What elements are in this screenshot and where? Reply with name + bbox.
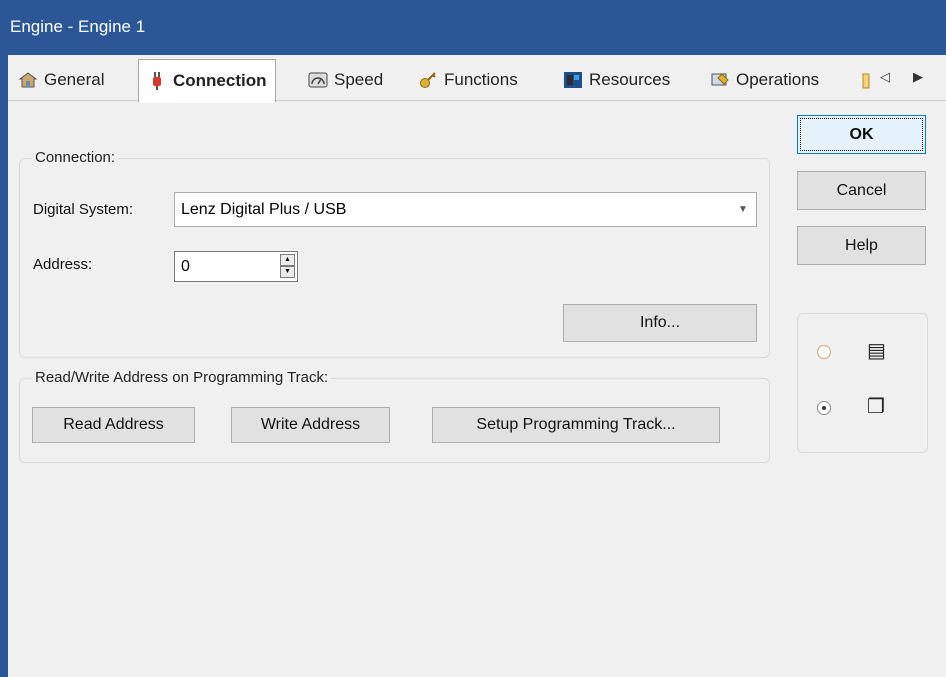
tab-overflow-icon [862,73,870,89]
tab-resources-label: Resources [589,70,671,89]
tab-speed[interactable]: Speed [308,62,383,98]
tab-speed-label: Speed [334,70,384,89]
digital-system-label: Digital System: [33,201,134,218]
speedometer-icon [308,72,328,88]
tile-view-icon: ❐ [867,396,885,418]
tab-connection-label: Connection [173,71,267,90]
view-options-group [797,313,928,453]
digital-system-value: Lenz Digital Plus / USB [181,200,347,218]
functions-key-icon [420,72,436,88]
tab-scroll-right-icon[interactable]: ▶ [913,69,923,85]
operations-icon [711,73,729,86]
window-title: Engine - Engine 1 [10,17,146,36]
info-button[interactable]: Info... [563,304,757,342]
tab-general-label: General [44,70,105,89]
resources-icon [564,72,582,88]
help-button[interactable]: Help [797,226,926,265]
tab-strip: General Connection Speed Functions Resou… [8,55,946,105]
digital-system-select[interactable]: Lenz Digital Plus / USB ▼ [174,192,757,227]
spin-down-icon[interactable]: ▼ [280,266,295,278]
tab-connection[interactable]: Connection [138,59,276,103]
address-value: 0 [181,257,190,275]
tab-functions[interactable]: Functions [418,62,518,98]
programming-group-title: Read/Write Address on Programming Track: [32,369,332,386]
title-bar: Engine - Engine 1 [0,0,946,55]
ok-button-label: OK [849,125,874,143]
connection-group-title: Connection: [32,149,119,166]
cancel-button[interactable]: Cancel [797,171,926,210]
connection-plug-icon [153,72,161,90]
window-frame [0,55,8,677]
general-icon [18,72,38,88]
tab-functions-label: Functions [444,70,518,89]
list-view-radio[interactable] [817,345,831,359]
tab-operations-label: Operations [736,70,820,89]
list-view-icon: ▤ [867,340,886,362]
tab-operations[interactable]: Operations [710,62,819,98]
chevron-down-icon[interactable]: ▼ [730,193,756,226]
write-address-button[interactable]: Write Address [231,407,390,443]
address-stepper[interactable]: 0 ▲ ▼ [174,251,298,282]
tab-scroll-left-icon[interactable]: ◁ [880,69,890,85]
read-address-button[interactable]: Read Address [32,407,195,443]
spin-up-icon[interactable]: ▲ [280,254,295,266]
setup-programming-track-button[interactable]: Setup Programming Track... [432,407,720,443]
tile-view-radio[interactable] [817,401,831,415]
address-label: Address: [33,256,93,273]
tab-resources[interactable]: Resources [563,62,670,98]
ok-button[interactable]: OK [797,115,926,154]
tab-general[interactable]: General [18,62,104,98]
